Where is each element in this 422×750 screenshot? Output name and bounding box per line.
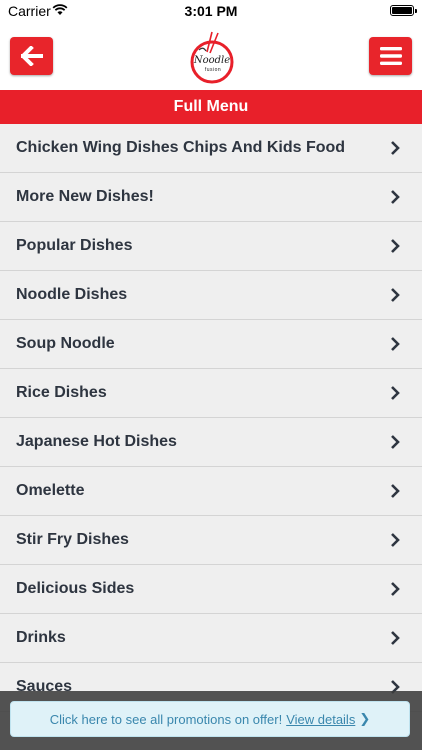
chevron-right-icon <box>391 484 400 498</box>
chevron-right-icon <box>391 288 400 302</box>
chevron-right-icon: ❯ <box>359 711 371 726</box>
page-title: Full Menu <box>0 90 422 124</box>
menu-item-popular-dishes[interactable]: Popular Dishes <box>0 222 422 271</box>
menu-item-label: Omelette <box>16 482 85 499</box>
menu-item-soup-noodle[interactable]: Soup Noodle <box>0 320 422 369</box>
brand-logo: Noodle fusion <box>189 30 235 84</box>
chevron-right-icon <box>391 533 400 547</box>
back-button[interactable] <box>10 37 53 75</box>
chevron-right-icon <box>391 631 400 645</box>
menu-item-drinks[interactable]: Drinks <box>0 614 422 663</box>
menu-item-label: Noodle Dishes <box>16 286 128 303</box>
svg-text:fusion: fusion <box>205 67 221 73</box>
menu-list: Chicken Wing Dishes Chips And Kids Food … <box>0 124 422 712</box>
menu-item-label: Chicken Wing Dishes Chips And Kids Food <box>16 139 346 156</box>
menu-item-label: Drinks <box>16 629 66 646</box>
chevron-right-icon <box>391 435 400 449</box>
menu-item-delicious-sides[interactable]: Delicious Sides <box>0 565 422 614</box>
menu-item-chicken-wing-dishes[interactable]: Chicken Wing Dishes Chips And Kids Food <box>0 124 422 173</box>
chevron-right-icon <box>391 582 400 596</box>
menu-item-japanese-hot-dishes[interactable]: Japanese Hot Dishes <box>0 418 422 467</box>
view-details-link[interactable]: View details <box>286 712 355 727</box>
menu-item-label: Japanese Hot Dishes <box>16 433 177 450</box>
promotions-banner[interactable]: Click here to see all promotions on offe… <box>10 701 410 737</box>
arrow-left-icon <box>20 46 43 66</box>
menu-item-rice-dishes[interactable]: Rice Dishes <box>0 369 422 418</box>
hamburger-icon <box>379 47 402 65</box>
menu-item-label: Stir Fry Dishes <box>16 531 129 548</box>
menu-item-label: Popular Dishes <box>16 237 133 254</box>
menu-item-omelette[interactable]: Omelette <box>0 467 422 516</box>
menu-item-noodle-dishes[interactable]: Noodle Dishes <box>0 271 422 320</box>
promo-footer: Click here to see all promotions on offe… <box>0 691 422 750</box>
menu-item-stir-fry-dishes[interactable]: Stir Fry Dishes <box>0 516 422 565</box>
menu-item-label: More New Dishes! <box>16 188 154 205</box>
status-time: 3:01 PM <box>184 3 238 19</box>
header: Noodle fusion <box>0 22 422 90</box>
menu-item-label: Delicious Sides <box>16 580 135 597</box>
svg-text:Noodle: Noodle <box>193 55 230 66</box>
menu-button[interactable] <box>369 37 412 75</box>
menu-item-label: Soup Noodle <box>16 335 115 352</box>
chevron-right-icon <box>391 337 400 351</box>
promo-text: Click here to see all promotions on offe… <box>49 711 283 727</box>
chevron-right-icon <box>391 141 400 155</box>
menu-item-label: Rice Dishes <box>16 384 107 401</box>
chevron-right-icon <box>391 239 400 253</box>
status-bar: Carrier 3:01 PM <box>0 0 422 22</box>
chevron-right-icon <box>391 386 400 400</box>
battery-icon <box>390 5 417 16</box>
chevron-right-icon <box>391 190 400 204</box>
menu-item-more-new-dishes[interactable]: More New Dishes! <box>0 173 422 222</box>
